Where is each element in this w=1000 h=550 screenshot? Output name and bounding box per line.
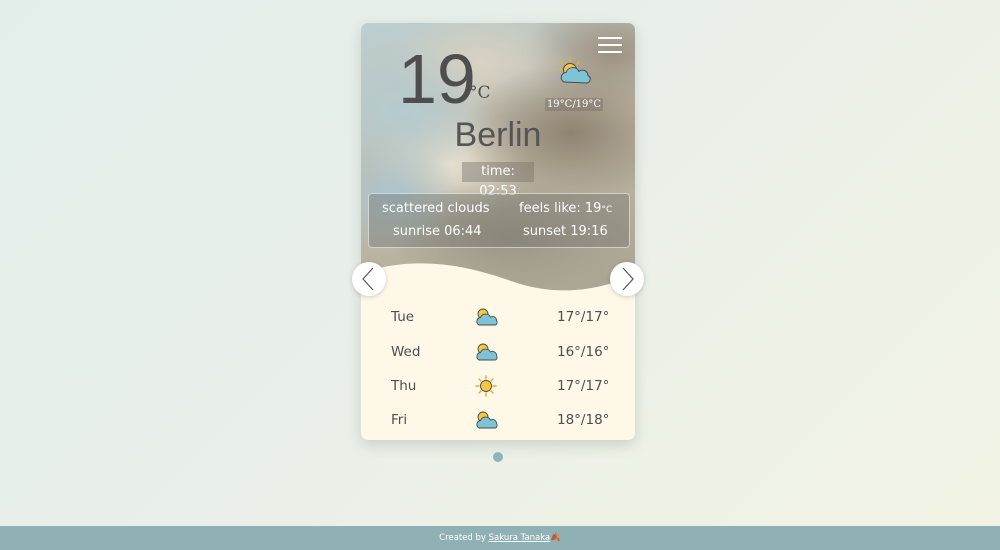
forecast-row: Wed 16°/16° [361,338,635,368]
temperature-unit: °C [469,83,491,103]
sunset-time: sunset 19:16 [523,224,608,239]
footer-prefix: Created by [439,533,489,543]
weather-details: scattered clouds feels like: 19°C sunris… [368,193,630,248]
sun-icon [475,375,497,397]
sunrise-time: sunrise 06:44 [393,224,482,239]
partly-cloudy-icon [476,308,498,326]
forecast-day: Wed [391,344,421,360]
leaf-icon: 🍂 [550,533,561,543]
chevron-right-icon [622,267,634,291]
next-button[interactable] [610,262,644,296]
footer: Created by Sakura Tanaka🍂 [0,526,1000,550]
forecast-day: Fri [391,412,408,428]
author-link[interactable]: Sakura Tanaka [489,533,551,543]
prev-button[interactable] [352,262,386,296]
weather-description: scattered clouds [382,201,490,216]
partly-cloudy-icon [476,343,498,361]
forecast-range: 17°/17° [557,309,610,325]
feels-like-value: feels like: 19 [519,201,602,216]
local-time: time: 02:53 [462,162,534,199]
pagination-dot[interactable] [493,452,503,462]
forecast-range: 16°/16° [557,344,610,360]
feels-like-unit: °C [601,205,613,215]
forecast-row: Thu 17°/17° [361,372,635,402]
forecast-range: 17°/17° [557,378,610,394]
weather-card: 19 °C 19°C/19°C Berlin time: 02:53 scatt… [361,23,635,440]
forecast-day: Thu [391,378,417,394]
forecast-day: Tue [391,309,415,325]
forecast-range: 18°/18° [557,412,610,428]
current-min-max: 19°C/19°C [545,98,603,111]
forecast-row: Tue 17°/17° [361,303,635,333]
feels-like: feels like: 19°C [519,201,612,216]
partly-cloudy-icon [557,57,591,84]
current-temperature: 19 [398,40,476,118]
forecast-row: Fri 18°/18° [361,406,635,436]
partly-cloudy-icon [476,411,498,429]
chevron-left-icon [362,267,374,291]
menu-icon[interactable] [598,37,622,55]
city-name: Berlin [454,116,542,154]
